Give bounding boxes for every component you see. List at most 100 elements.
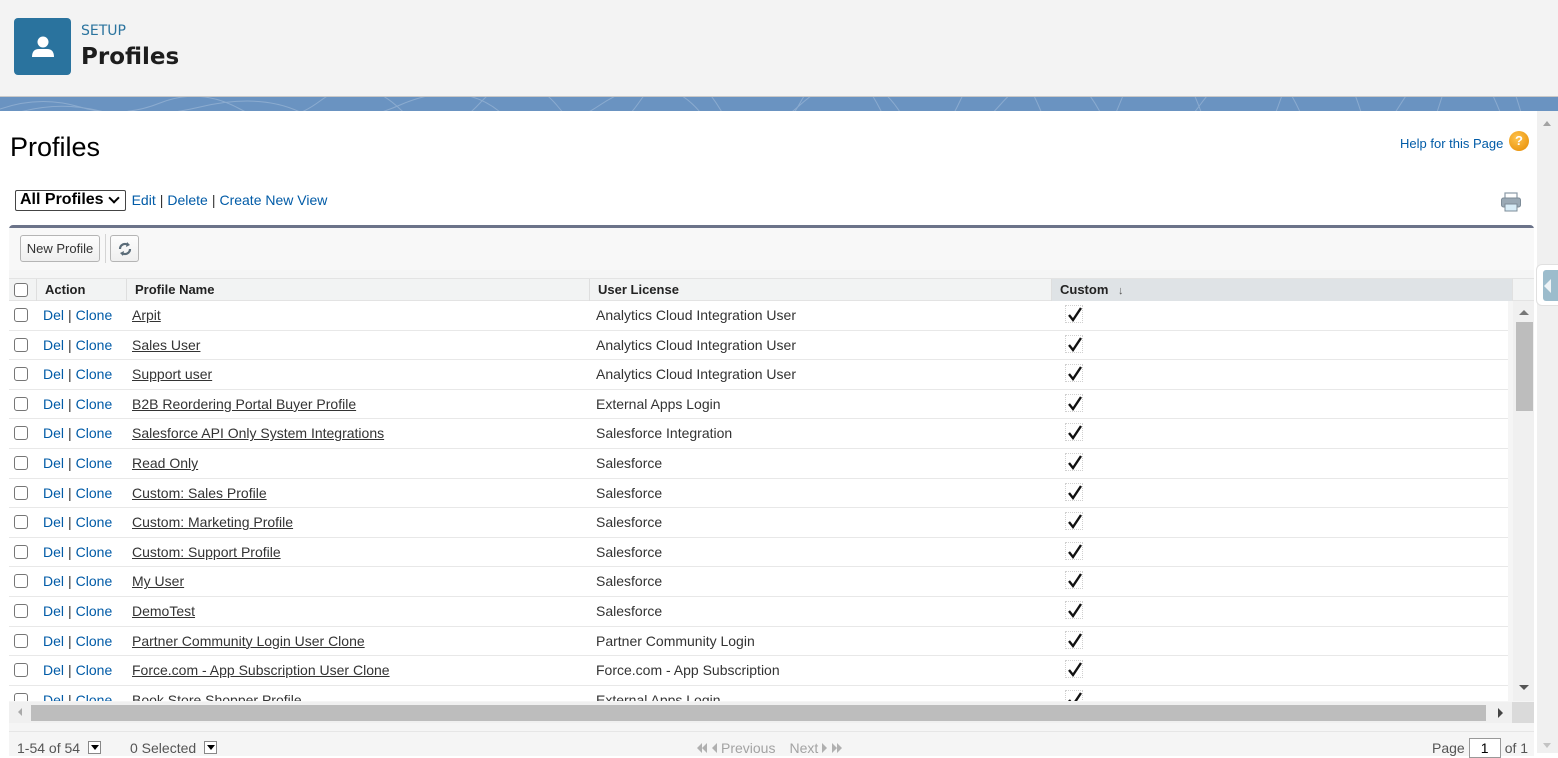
row-checkbox[interactable]	[14, 337, 28, 352]
profile-name-link[interactable]: Arpit	[132, 307, 161, 323]
clone-link[interactable]: Clone	[76, 425, 113, 441]
column-header-action[interactable]: Action	[36, 279, 126, 301]
delete-link[interactable]: Del	[43, 366, 64, 382]
scroll-up-arrow-icon[interactable]	[1519, 310, 1529, 315]
clone-link[interactable]: Clone	[76, 337, 113, 353]
table-horizontal-scrollbar[interactable]	[9, 702, 1512, 723]
profile-name-link[interactable]: My User	[132, 573, 184, 589]
row-checkbox[interactable]	[14, 663, 28, 678]
help-icon[interactable]: ?	[1509, 131, 1529, 151]
separator: |	[68, 366, 72, 383]
row-checkbox[interactable]	[14, 396, 28, 411]
row-checkbox[interactable]	[14, 604, 28, 618]
scroll-thumb[interactable]	[1516, 322, 1533, 411]
clone-link[interactable]: Clone	[76, 485, 113, 501]
delete-link[interactable]: Del	[43, 455, 64, 471]
edit-view-link[interactable]: Edit	[132, 192, 156, 208]
clone-link[interactable]: Clone	[76, 603, 113, 619]
scroll-left-arrow-icon[interactable]	[18, 708, 22, 716]
scroll-right-arrow-icon[interactable]	[1498, 708, 1503, 718]
row-checkbox[interactable]	[14, 456, 28, 470]
page-number-input[interactable]	[1468, 738, 1501, 758]
profile-name-link[interactable]: Custom: Support Profile	[132, 544, 281, 560]
horizontal-scroll-thumb[interactable]	[31, 705, 1486, 721]
help-link[interactable]: Help for this Page	[1400, 136, 1503, 151]
clone-link[interactable]: Clone	[76, 396, 113, 412]
next-link[interactable]: Next	[789, 740, 818, 756]
clone-link[interactable]: Clone	[76, 544, 113, 560]
clone-link[interactable]: Clone	[76, 573, 113, 589]
last-page-icon[interactable]	[831, 742, 843, 754]
row-checkbox[interactable]	[14, 485, 28, 500]
row-checkbox[interactable]	[14, 426, 28, 441]
clone-link[interactable]: Clone	[76, 662, 113, 678]
clone-link[interactable]: Clone	[76, 514, 113, 530]
delete-link[interactable]: Del	[43, 692, 64, 701]
row-checkbox[interactable]	[14, 367, 28, 382]
clone-link[interactable]: Clone	[76, 633, 113, 649]
selected-count-text: 0 Selected	[130, 740, 197, 756]
delete-link[interactable]: Del	[43, 307, 64, 323]
side-panel-toggle[interactable]	[1536, 264, 1558, 306]
separator: |	[68, 543, 72, 560]
delete-link[interactable]: Del	[43, 485, 64, 501]
page-scroll-up-icon[interactable]	[1543, 121, 1551, 126]
delete-link[interactable]: Del	[43, 337, 64, 353]
next-page-icon[interactable]	[821, 742, 828, 754]
row-checkbox[interactable]	[14, 544, 28, 559]
delete-link[interactable]: Del	[43, 573, 64, 589]
select-all-checkbox[interactable]	[14, 283, 28, 297]
profile-name-link[interactable]: Salesforce API Only System Integrations	[132, 425, 384, 441]
previous-link[interactable]: Previous	[721, 740, 775, 756]
clone-link[interactable]: Clone	[76, 692, 113, 701]
clone-link[interactable]: Clone	[76, 307, 113, 323]
page-vertical-scrollbar[interactable]	[1537, 111, 1558, 753]
scroll-down-arrow-icon[interactable]	[1519, 685, 1529, 690]
delete-link[interactable]: Del	[43, 396, 64, 412]
first-page-icon[interactable]	[696, 742, 708, 754]
user-license: Salesforce	[596, 455, 663, 471]
profile-name-link[interactable]: B2B Reordering Portal Buyer Profile	[132, 396, 356, 412]
column-header-user-license[interactable]: User License	[589, 279, 1051, 301]
delete-link[interactable]: Del	[43, 633, 64, 649]
view-select[interactable]: All Profiles	[15, 189, 126, 211]
create-new-view-link[interactable]: Create New View	[219, 192, 327, 208]
column-header-profile-name[interactable]: Profile Name	[126, 279, 589, 301]
row-checkbox[interactable]	[14, 692, 28, 701]
profile-name-link[interactable]: Read Only	[132, 455, 198, 471]
profile-name-link[interactable]: DemoTest	[132, 603, 195, 619]
separator: |	[68, 573, 72, 590]
profile-name-link[interactable]: Book Store Shopper Profile	[132, 692, 302, 701]
clone-link[interactable]: Clone	[76, 366, 113, 382]
profile-name-link[interactable]: Support user	[132, 366, 212, 382]
breadcrumb[interactable]: SETUP	[81, 23, 126, 39]
delete-link[interactable]: Del	[43, 603, 64, 619]
profile-name-link[interactable]: Custom: Sales Profile	[132, 485, 267, 501]
refresh-button[interactable]	[110, 235, 139, 262]
row-checkbox[interactable]	[14, 633, 28, 648]
new-profile-button[interactable]: New Profile	[20, 235, 100, 262]
page-scroll-down-icon[interactable]	[1543, 743, 1551, 748]
column-header-custom[interactable]: Custom ↓	[1051, 279, 1512, 301]
row-checkbox[interactable]	[14, 574, 28, 589]
delete-link[interactable]: Del	[43, 514, 64, 530]
delete-view-link[interactable]: Delete	[167, 192, 207, 208]
sort-descending-icon: ↓	[1118, 285, 1124, 297]
delete-link[interactable]: Del	[43, 662, 64, 678]
table-vertical-scrollbar[interactable]	[1513, 301, 1534, 701]
profile-name-link[interactable]: Sales User	[132, 337, 200, 353]
row-checkbox[interactable]	[14, 515, 28, 530]
delete-link[interactable]: Del	[43, 425, 64, 441]
previous-page-icon[interactable]	[711, 742, 718, 754]
row-checkbox[interactable]	[14, 308, 28, 322]
profile-name-link[interactable]: Partner Community Login User Clone	[132, 633, 365, 649]
delete-link[interactable]: Del	[43, 544, 64, 560]
printer-icon[interactable]	[1500, 191, 1522, 213]
selection-dropdown[interactable]	[204, 741, 218, 754]
page-size-dropdown[interactable]	[87, 741, 101, 754]
separator: |	[211, 192, 216, 208]
chevron-down-icon	[107, 192, 120, 204]
clone-link[interactable]: Clone	[76, 455, 113, 471]
profile-name-link[interactable]: Force.com - App Subscription User Clone	[132, 662, 390, 678]
profile-name-link[interactable]: Custom: Marketing Profile	[132, 514, 293, 530]
